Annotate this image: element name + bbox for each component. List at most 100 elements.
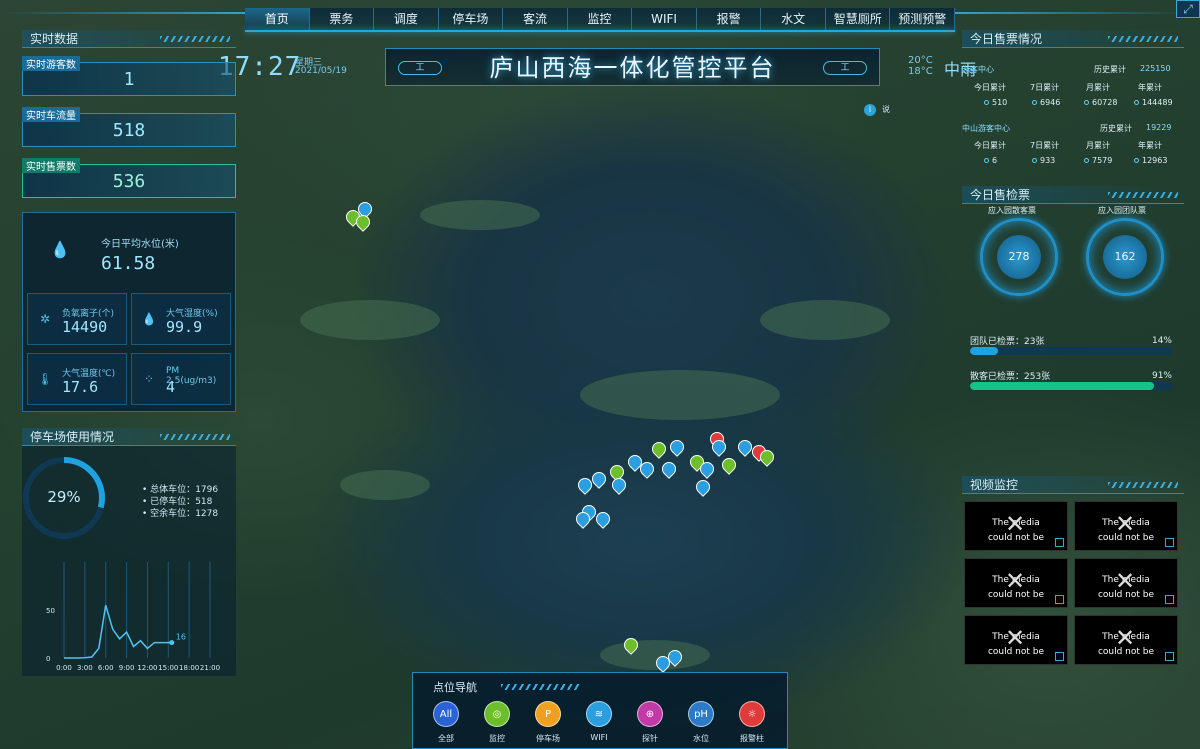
nav-underline — [245, 30, 955, 32]
center1-history-value: 225150 — [1140, 64, 1171, 73]
col-label: 年累计 — [1138, 83, 1162, 92]
col-label: 7日累计 — [1030, 141, 1060, 150]
parking-icon[interactable]: P — [535, 701, 561, 727]
center1-year: 144489 — [1142, 98, 1173, 107]
video-tile[interactable]: The media could not be ✕ — [1074, 558, 1178, 608]
visitors-value: 1 — [123, 69, 135, 90]
video-tile[interactable]: The media could not be ✕ — [1074, 501, 1178, 551]
traffic-value: 518 — [112, 120, 146, 141]
video-tile[interactable]: The media could not be ✕ — [964, 501, 1068, 551]
nav-item-alarm[interactable]: 报警 — [697, 8, 762, 30]
anion-cell: ✲ 负氧离子(个) 14490 — [27, 293, 127, 345]
video-error-icon: ✕ — [1005, 510, 1026, 538]
nav-item-hydrology[interactable]: 水文 — [761, 8, 826, 30]
point-navigation-label[interactable]: 探针 — [630, 733, 670, 744]
tickets-label: 实时售票数 — [22, 158, 80, 173]
center1-month: 60728 — [1092, 98, 1118, 107]
point-navigation-label[interactable]: 监控 — [477, 733, 517, 744]
wifi-icon[interactable]: ≋ — [586, 701, 612, 727]
video-title-text: 视频监控 — [970, 478, 1019, 492]
title-tag-right: 工 — [823, 61, 867, 75]
temperature-cell: 🌡 大气温度(℃) 17.6 — [27, 353, 127, 405]
point-navigation-label[interactable]: 报警柱 — [732, 733, 772, 744]
main-nav: 首页 票务 调度 停车场 客流 监控 WIFI 报警 水文 智慧厕所 预测预警 — [245, 8, 956, 30]
realtime-section-title: 实时数据 — [22, 30, 236, 48]
nav-item-wifi[interactable]: WIFI — [632, 8, 697, 30]
visitors-label: 实时游客数 — [22, 56, 80, 71]
water-drop-icon: 💧 — [50, 240, 70, 259]
all-icon[interactable]: All — [433, 701, 459, 727]
gauge-individual-tickets: 278 — [980, 218, 1058, 296]
page-title: 庐山西海一体化管控平台 — [489, 54, 776, 82]
pm25-value: 4 — [166, 378, 176, 396]
video-tile[interactable]: The media could not be ✕ — [964, 558, 1068, 608]
col-label: 年累计 — [1138, 141, 1162, 150]
nav-item-monitor[interactable]: 监控 — [568, 8, 633, 30]
individual-checked-percent: 91% — [1151, 371, 1172, 381]
water-level-icon[interactable]: pH — [688, 701, 714, 727]
x-tick-label: 9:00 — [119, 664, 135, 672]
gauge1-label: 应入园散客票 — [988, 206, 1036, 215]
title-stripes — [160, 36, 230, 42]
center1-7day: 6946 — [1040, 98, 1061, 107]
pm25-icon: ⁘ — [143, 372, 155, 386]
humidity-cell: 💧 大气湿度(%) 99.9 — [131, 293, 231, 345]
center2-history-label: 历史累计 — [1100, 124, 1132, 133]
temp-high: 20°C — [908, 55, 933, 66]
parking-free-value: 1278 — [195, 509, 219, 519]
video-tile[interactable]: The media could not be ✕ — [964, 615, 1068, 665]
point-navigation-panel: 点位导航 All 全部 ◎ 监控 P 停车场 ≋ WIFI ⊕ 探针 pH 水位 ☼ 报警柱 — [412, 672, 788, 749]
info-icon[interactable]: i — [864, 104, 876, 116]
point-navigation-label[interactable]: WIFI — [579, 733, 619, 742]
center2-year: 12963 — [1142, 156, 1168, 165]
point-navigation-label[interactable]: 水位 — [681, 733, 721, 744]
gauge-team-tickets: 162 — [1086, 218, 1164, 296]
point-navigation-label[interactable]: 停车场 — [528, 733, 568, 744]
fullscreen-icon[interactable] — [1165, 652, 1174, 661]
page-title-box: 工 庐山西海一体化管控平台 工 — [385, 48, 880, 86]
video-error-icon: ✕ — [1115, 567, 1136, 595]
alarm-icon[interactable]: ☼ — [739, 701, 765, 727]
title-stripes — [1108, 482, 1178, 488]
individual-checked-bar — [970, 382, 1172, 390]
nav-item-smart-toilet[interactable]: 智慧厕所 — [826, 8, 891, 30]
fullscreen-icon[interactable] — [1055, 595, 1064, 604]
x-tick-label: 12:00 — [137, 664, 157, 672]
center2-name: 中山游客中心 — [962, 124, 1010, 133]
col-label: 月累计 — [1086, 83, 1110, 92]
fullscreen-icon[interactable] — [1165, 595, 1174, 604]
expand-icon[interactable]: ⤢ — [1176, 0, 1200, 18]
x-tick-label: 0:00 — [56, 664, 72, 672]
gauge1-value: 278 — [997, 235, 1041, 279]
nav-item-ticketing[interactable]: 票务 — [310, 8, 375, 30]
nav-item-visitor-flow[interactable]: 客流 — [503, 8, 568, 30]
nav-item-dispatch[interactable]: 调度 — [374, 8, 439, 30]
x-tick-label: 6:00 — [98, 664, 114, 672]
point-navigation-label[interactable]: 全部 — [426, 733, 466, 744]
center2-month: 7579 — [1092, 156, 1113, 165]
video-error-icon: ✕ — [1115, 624, 1136, 652]
title-stripes — [160, 434, 230, 440]
nav-item-forecast[interactable]: 预测预警 — [890, 8, 956, 30]
video-error-icon: ✕ — [1005, 567, 1026, 595]
parking-free-label: 空余车位： — [150, 509, 196, 519]
nav-item-home[interactable]: 首页 — [245, 8, 310, 30]
environment-panel: 💧 今日平均水位(米) 61.58 ✲ 负氧离子(个) 14490 💧 大气湿度… — [22, 212, 236, 412]
x-tick-label: 15:00 — [158, 664, 178, 672]
center2-header: 中山游客中心 历史累计 19229 — [962, 123, 1184, 134]
info-label: 说 — [882, 105, 890, 114]
pm25-cell: ⁘ PM 2.5(ug/m3) 4 — [131, 353, 231, 405]
last-point — [169, 640, 175, 646]
camera-icon[interactable]: ◎ — [484, 701, 510, 727]
probe-icon[interactable]: ⊕ — [637, 701, 663, 727]
fullscreen-icon[interactable] — [1055, 538, 1064, 547]
nav-item-parking[interactable]: 停车场 — [439, 8, 504, 30]
ticket-sales-title-text: 今日售票情况 — [970, 32, 1043, 46]
video-tile[interactable]: The media could not be ✕ — [1074, 615, 1178, 665]
video-error-icon: ✕ — [1115, 510, 1136, 538]
team-checked-label: 团队已检票：23张 — [970, 337, 1045, 347]
date: 2021/05/19 — [295, 66, 347, 76]
fullscreen-icon[interactable] — [1165, 538, 1174, 547]
center1-header: 游客中心 历史累计 225150 — [962, 64, 1184, 75]
fullscreen-icon[interactable] — [1055, 652, 1064, 661]
